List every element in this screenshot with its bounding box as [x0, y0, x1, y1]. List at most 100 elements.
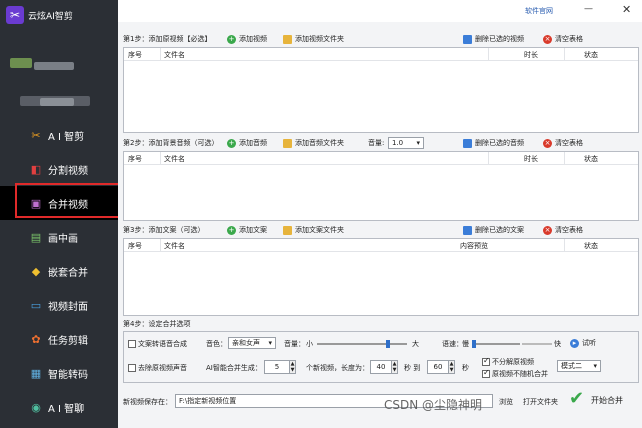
checkmark-icon: ✔: [569, 388, 585, 409]
add-audio-button[interactable]: + 添加音频: [227, 138, 267, 148]
bg-volume-select[interactable]: 1.0 ▾: [388, 137, 424, 149]
no-split-checkbox[interactable]: [482, 356, 490, 366]
play-icon: ▸: [570, 339, 579, 348]
start-merge-label: 开始合并: [591, 396, 623, 405]
column-header: 时长: [524, 155, 538, 163]
clear-icon: ×: [543, 225, 552, 235]
no-random-checkbox-group[interactable]: 原视频不随机合并: [482, 368, 548, 379]
save-row: 新视频保存在： F:\指定新视频位置 浏览 打开文件夹 ✔ 开始合并: [123, 386, 639, 416]
delete-selected-audio-label: 删除已选的音频: [475, 139, 524, 147]
step2-toolbar: 第2步：添加背景音频（可选） + 添加音频 添加音频文件夹 音量: 1.0 ▾ 删除…: [123, 136, 639, 150]
delete-list-icon: [463, 225, 472, 235]
nested-merge-icon: ◆: [31, 264, 41, 278]
tts-speed-knob[interactable]: [472, 340, 476, 348]
chat-icon: ◉: [31, 400, 41, 414]
no-random-label: 原视频不随机合并: [492, 370, 548, 378]
add-copy-folder-button[interactable]: 添加文案文件夹: [283, 225, 344, 235]
close-icon[interactable]: ✕: [622, 3, 631, 16]
step4-title: 第4步：设定合并选项: [123, 320, 191, 328]
add-audio-label: 添加音频: [239, 139, 267, 147]
cover-icon: ▭: [30, 298, 42, 312]
folder-icon: [283, 34, 292, 44]
delete-selected-copy-label: 删除已选的文案: [475, 226, 524, 234]
remove-audio-checkbox-group[interactable]: 去除原视频声音: [128, 363, 187, 373]
merge-options-panel: 文案转语音合成 音色： 亲和女声 ▾ 音量： 小 大 语速： 慢 快 ▸ 试听 去除…: [123, 331, 639, 383]
browse-button[interactable]: 浏览: [499, 397, 513, 407]
video-table[interactable]: 序号 文件名 时长 状态: [123, 47, 639, 133]
tts-volume-slider[interactable]: [317, 343, 407, 345]
no-random-checkbox[interactable]: [482, 368, 490, 378]
delete-selected-video-button[interactable]: 删除已选的视频: [463, 34, 524, 44]
length-from-stepper[interactable]: 40 ▲ ▼: [370, 360, 398, 374]
add-copy-label: 添加文案: [239, 226, 267, 234]
start-merge-button[interactable]: ✔ 开始合并: [565, 386, 639, 414]
speed-max-label: 快: [554, 340, 561, 348]
clear-table-button[interactable]: × 清空表格: [543, 225, 583, 235]
clear-icon: ×: [543, 138, 552, 148]
sidebar-item-chat[interactable]: ◉ A I 智聊: [0, 390, 118, 424]
ai-merge-count-input[interactable]: 5: [264, 360, 290, 374]
sidebar-item-nested[interactable]: ◆ 嵌套合并: [0, 254, 118, 288]
column-header: 内容预览: [460, 242, 488, 250]
clear-table-button[interactable]: × 清空表格: [543, 138, 583, 148]
sidebar-item-transcode[interactable]: ▦ 智能转码: [0, 356, 118, 390]
clear-table-label: 清空表格: [555, 226, 583, 234]
minimize-icon[interactable]: —: [584, 4, 593, 14]
remove-audio-label: 去除原视频声音: [138, 364, 187, 372]
save-location-label: 新视频保存在：: [123, 398, 172, 406]
mode-select[interactable]: 模式二 ▾: [557, 360, 601, 372]
stepper-arrows-icon[interactable]: ▲ ▼: [449, 360, 455, 374]
try-listen-label: 试听: [582, 339, 596, 347]
delete-selected-copy-button[interactable]: 删除已选的文案: [463, 225, 524, 235]
tts-volume-knob[interactable]: [386, 340, 390, 348]
voice-value: 亲和女声: [232, 339, 260, 347]
sidebar-item-cover[interactable]: ▭ 视频封面: [0, 288, 118, 322]
length-to-input[interactable]: 60: [427, 360, 449, 374]
sidebar-item-label: 智能转码: [48, 369, 88, 381]
voice-select[interactable]: 亲和女声 ▾: [228, 337, 276, 349]
column-divider: [488, 152, 489, 165]
add-copy-folder-label: 添加文案文件夹: [295, 226, 344, 234]
tts-speed-slider[interactable]: [472, 343, 520, 345]
column-header: 文件名: [164, 155, 185, 163]
add-video-button[interactable]: + 添加视频: [227, 34, 267, 44]
try-listen-button[interactable]: ▸ 试听: [570, 338, 596, 348]
length-to-stepper[interactable]: 60 ▲ ▼: [427, 360, 455, 374]
clear-table-button[interactable]: × 清空表格: [543, 34, 583, 44]
tts-checkbox[interactable]: [128, 340, 136, 348]
sidebar-item-pip[interactable]: ▤ 画中画: [0, 220, 118, 254]
app-logo: ✂: [6, 6, 24, 24]
no-split-label: 不分解原视频: [492, 358, 534, 366]
column-header: 文件名: [164, 51, 185, 59]
length-from-input[interactable]: 40: [370, 360, 392, 374]
add-video-folder-button[interactable]: 添加视频文件夹: [283, 34, 344, 44]
volume-min-label: 小: [306, 340, 313, 348]
sidebar-item-task[interactable]: ✿ 任务剪辑: [0, 322, 118, 356]
column-header: 状态: [584, 155, 598, 163]
step3-title: 第3步：添加文案（可选）: [123, 226, 205, 234]
tts-checkbox-group[interactable]: 文案转语音合成: [128, 339, 187, 349]
sidebar-item-label: 分割视频: [48, 165, 88, 177]
plus-icon: +: [227, 34, 236, 44]
official-site-link[interactable]: 软件官网: [525, 6, 553, 16]
sidebar-item-ai-cut[interactable]: ✂ A I 智剪: [0, 118, 118, 152]
add-audio-folder-button[interactable]: 添加音频文件夹: [283, 138, 344, 148]
sidebar-item-label: 画中画: [48, 233, 78, 245]
open-folder-button[interactable]: 打开文件夹: [523, 397, 558, 407]
app-title: 云炫AI智剪: [28, 12, 73, 22]
stepper-arrows-icon[interactable]: ▲ ▼: [392, 360, 398, 374]
seconds-label: 秒: [462, 364, 469, 372]
audio-table[interactable]: 序号 文件名 时长 状态: [123, 151, 639, 221]
add-copy-button[interactable]: + 添加文案: [227, 225, 267, 235]
stepper-arrows-icon[interactable]: ▲ ▼: [290, 360, 296, 374]
delete-selected-audio-button[interactable]: 删除已选的音频: [463, 138, 524, 148]
speed-min-label: 慢: [462, 340, 469, 348]
no-split-checkbox-group[interactable]: 不分解原视频: [482, 356, 534, 367]
new-video-length-label: 个新视频，长度为：: [306, 364, 369, 372]
ai-merge-count-stepper[interactable]: 5 ▲ ▼: [264, 360, 296, 374]
remove-audio-checkbox[interactable]: [128, 364, 136, 372]
blurred-content: [10, 58, 32, 68]
copy-table[interactable]: 序号 文件名 内容预览 状态: [123, 238, 639, 316]
sidebar-item-split[interactable]: ◧ 分割视频: [0, 152, 118, 186]
audio-table-header: 序号 文件名 时长 状态: [124, 152, 638, 165]
